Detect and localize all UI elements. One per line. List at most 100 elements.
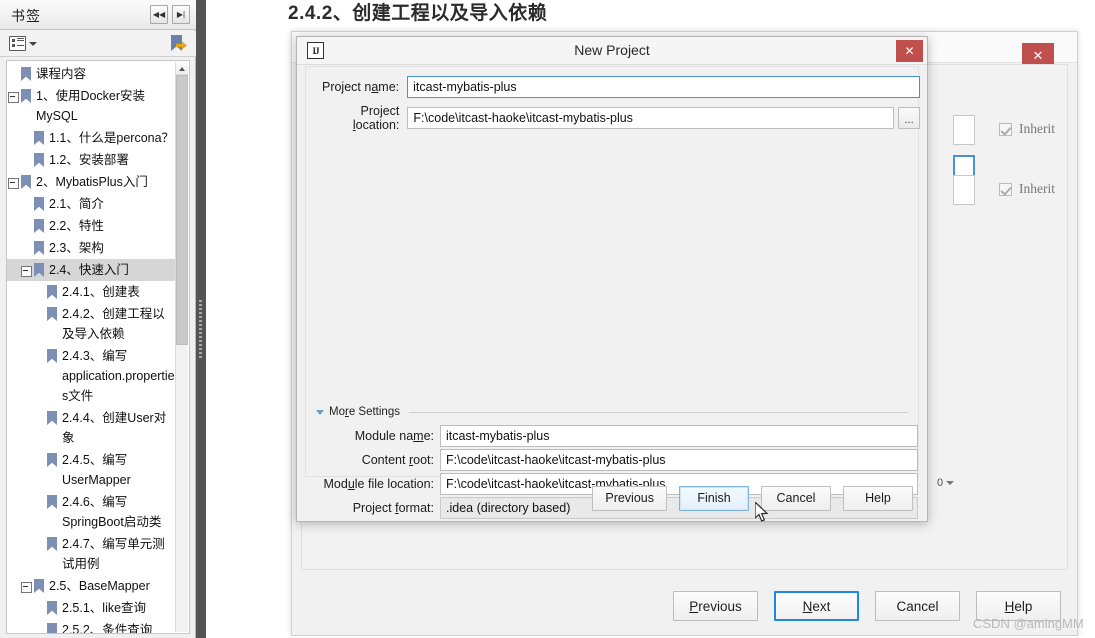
bookmark-tree-item[interactable]: 2.4.2、创建工程以及导入依赖 (7, 303, 179, 345)
tree-collapse-icon[interactable] (20, 576, 33, 596)
inherit-checkbox-2[interactable] (999, 182, 1012, 196)
bookmark-item-label: 课程内容 (36, 67, 87, 81)
bookmark-tree-item[interactable]: 2.4.3、编写application.properties文件 (7, 345, 179, 407)
background-field-stub-3[interactable] (953, 175, 975, 205)
bookmark-item-label: 2.4.5、编写UserMapper (62, 453, 131, 487)
bookmark-tree-item[interactable]: 2.5.1、like查询 (7, 597, 179, 619)
tree-indent-spacer (20, 128, 33, 148)
forward-icon[interactable]: ▶| (172, 5, 190, 24)
bookmark-item-label: 1、使用Docker安装MySQL (36, 89, 146, 123)
bookmark-icon (33, 241, 45, 256)
bookmark-tree-item[interactable]: 2.4、快速入门 (7, 259, 179, 281)
bookmark-tree-item[interactable]: 2.4.7、编写单元测试用例 (7, 533, 179, 575)
more-settings-label: More Settings (329, 406, 400, 418)
content-root-input[interactable]: F:\code\itcast-haoke\itcast-mybatis-plus (440, 449, 918, 471)
bookmark-tree-item[interactable]: 1.2、安装部署 (7, 149, 179, 171)
bookmark-tree-item[interactable]: 2.4.4、创建User对象 (7, 407, 179, 449)
list-view-icon[interactable] (9, 36, 26, 51)
sidebar-scrollbar[interactable] (175, 62, 188, 632)
bookmark-tree-item[interactable]: 2.4.6、编写SpringBoot启动类 (7, 491, 179, 533)
bookmark-icon (46, 537, 58, 552)
bookmark-item-label: 2.2、特性 (49, 219, 104, 233)
dialog-title: New Project (574, 42, 650, 58)
scroll-up-icon[interactable] (176, 62, 188, 75)
bookmark-tree-item[interactable]: 2.3、架构 (7, 237, 179, 259)
bookmark-icon (46, 285, 58, 300)
project-location-row: Project location: F:\code\itcast-haoke\i… (314, 104, 920, 132)
bookmark-tree-item[interactable]: 2.5.2、条件查询 (7, 619, 179, 633)
chevron-down-icon[interactable] (316, 409, 324, 415)
background-mini-dropdown-value: 0 (937, 477, 944, 489)
bookmark-icon (33, 131, 45, 146)
bookmark-icon (33, 579, 45, 594)
project-location-input[interactable]: F:\code\itcast-haoke\itcast-mybatis-plus (407, 107, 895, 129)
tree-indent-spacer (20, 238, 33, 258)
background-mini-dropdown[interactable]: 0 (937, 477, 955, 489)
add-bookmark-icon[interactable] (171, 35, 187, 52)
bookmark-item-label: 2.4.3、编写application.properties文件 (62, 349, 175, 403)
bookmark-tree-item[interactable]: 2.4.5、编写UserMapper (7, 449, 179, 491)
bookmark-tree-item[interactable]: 1.1、什么是percona？ (7, 127, 179, 149)
bookmark-tree-item[interactable]: 1、使用Docker安装MySQL (7, 85, 179, 127)
cancel-button[interactable]: Cancel (761, 485, 831, 511)
background-field-stub-1[interactable] (953, 115, 975, 145)
bookmark-item-label: 2.5.1、like查询 (62, 601, 147, 615)
content-root-label: Content root: (361, 453, 434, 467)
bookmark-tree-item[interactable]: 2.5、BaseMapper (7, 575, 179, 597)
bookmark-tree-item[interactable]: 2.4.1、创建表 (7, 281, 179, 303)
more-settings-section[interactable]: More Settings (316, 405, 908, 419)
sidebar-title: 书签 (11, 8, 41, 24)
inherit-checkbox-1[interactable] (999, 122, 1012, 136)
tree-indent-spacer (33, 304, 46, 324)
dialog-titlebar: IJ New Project ✕ (297, 37, 927, 65)
inherit-label-2: Inherit (1019, 181, 1055, 196)
bookmark-icon (33, 219, 45, 234)
bg-help-label: Help (1004, 598, 1033, 614)
bg-next-button[interactable]: Next (774, 591, 859, 621)
bookmark-tree-item[interactable]: 2.2、特性 (7, 215, 179, 237)
bookmark-item-label: 2.4.2、创建工程以及导入依赖 (62, 307, 165, 341)
help-button[interactable]: Help (843, 485, 913, 511)
tree-indent-spacer (33, 620, 46, 633)
bookmark-item-label: 2.4.7、编写单元测试用例 (62, 537, 165, 571)
module-file-location-label: Module file location: (323, 477, 435, 491)
bookmark-tree-item[interactable]: 2.1、简介 (7, 193, 179, 215)
inherit-row-1[interactable]: Inherit (999, 121, 1055, 137)
finish-button[interactable]: Finish (679, 485, 749, 511)
bookmark-icon (46, 307, 58, 322)
bookmark-icon (46, 411, 58, 426)
bookmark-item-label: 1.2、安装部署 (49, 153, 129, 167)
bookmark-icon (46, 601, 58, 616)
bookmark-tree-item[interactable]: 课程内容 (7, 63, 179, 85)
project-format-label: Project format: (352, 501, 434, 515)
inherit-row-2[interactable]: Inherit (999, 181, 1055, 197)
project-name-input[interactable]: itcast-mybatis-plus (407, 76, 920, 98)
bookmark-icon (20, 175, 32, 190)
splitter-grip (199, 300, 202, 360)
chevron-down-icon (946, 481, 955, 485)
bg-next-label: Next (802, 598, 831, 614)
bookmark-icon (33, 197, 45, 212)
bookmark-tree-item[interactable]: 2、MybatisPlus入门 (7, 171, 179, 193)
rewind-icon[interactable]: ◀◀ (150, 5, 168, 24)
bookmark-icon (46, 495, 58, 510)
bg-previous-button[interactable]: Previous (673, 591, 758, 621)
browse-button[interactable]: ... (898, 107, 920, 129)
module-name-label: Module name: (354, 429, 434, 443)
bookmark-icon (46, 453, 58, 468)
previous-button[interactable]: Previous (592, 485, 667, 511)
panel-splitter[interactable] (196, 0, 206, 638)
tree-collapse-icon[interactable] (7, 172, 20, 192)
chevron-down-icon[interactable] (29, 42, 37, 46)
watermark: CSDN @amingMM (973, 616, 1084, 631)
scrollbar-thumb[interactable] (176, 75, 188, 345)
module-name-input[interactable]: itcast-mybatis-plus (440, 425, 918, 447)
tree-collapse-icon[interactable] (7, 86, 20, 106)
close-icon[interactable]: ✕ (896, 40, 923, 62)
bookmark-icon (46, 623, 58, 633)
bookmark-icon (20, 67, 32, 82)
bookmark-item-label: 1.1、什么是percona？ (49, 131, 175, 145)
bg-cancel-button[interactable]: Cancel (875, 591, 960, 621)
bookmark-item-label: 2.5、BaseMapper (49, 579, 150, 593)
tree-collapse-icon[interactable] (20, 260, 33, 280)
